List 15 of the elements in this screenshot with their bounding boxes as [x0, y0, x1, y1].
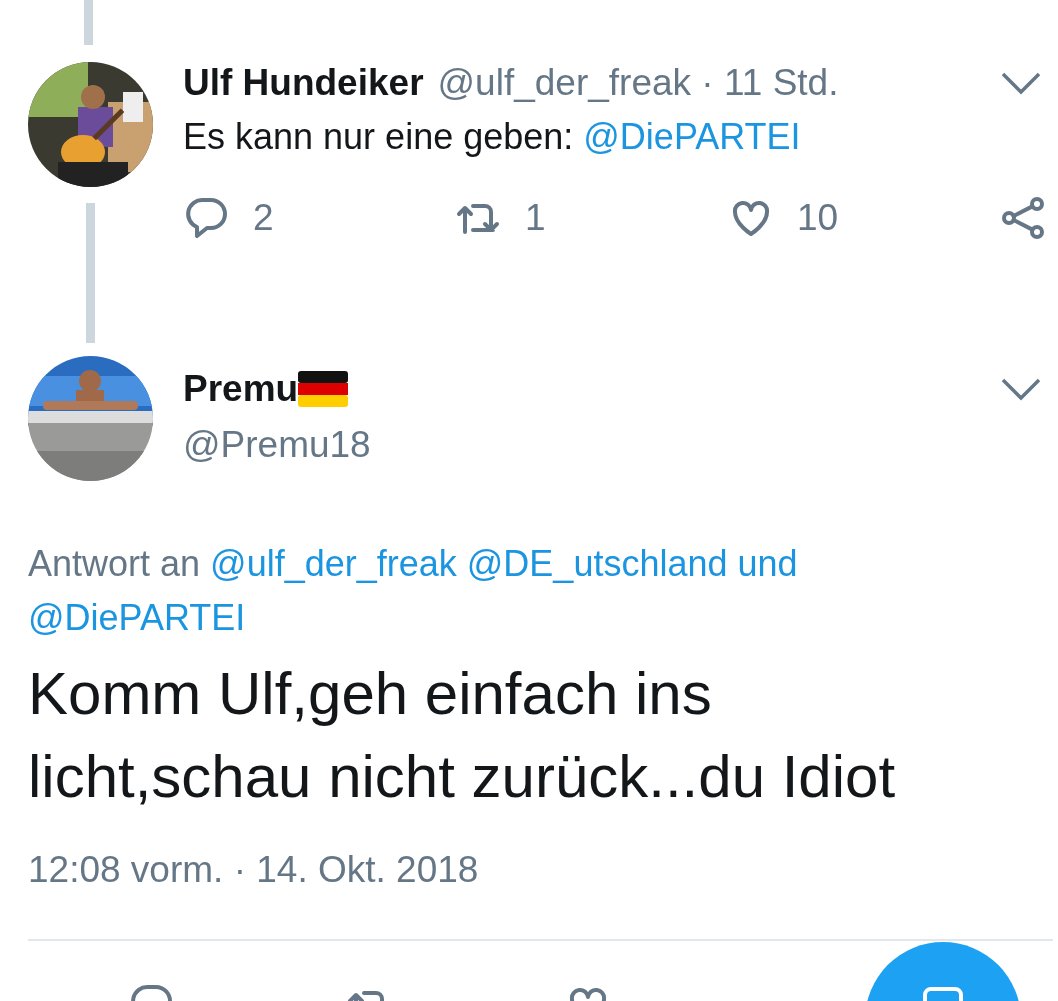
tweet-text: Es kann nur eine geben: @DiePARTEI: [183, 116, 802, 158]
tweet-text: Komm Ulf,geh einfach ins licht,schau nicht zurück...du Idiot: [28, 659, 897, 812]
mention-link[interactable]: @ulf_der_freak: [210, 543, 457, 584]
author-handle-time: @ulf_der_freak · 11 Std.: [437, 62, 839, 104]
author-name: Premu: [183, 368, 299, 410]
mention-link[interactable]: @DiePARTEI: [583, 116, 801, 157]
author-handle: @Premu18: [183, 424, 372, 466]
timestamp: 12:08 vorm. · 14. Okt. 2018: [28, 848, 480, 891]
reply-context: Antwort an @ulf_der_freak @DE_utschland und @DiePARTEI: [28, 542, 799, 640]
author-name: Ulf Hundeiker: [183, 62, 424, 104]
mention-link[interactable]: @DiePARTEI: [28, 597, 246, 638]
action-count: 10: [797, 197, 839, 239]
mention-link[interactable]: @DE_utschland und: [466, 543, 798, 584]
action-count: 2: [253, 197, 274, 239]
action-count: 1: [525, 197, 546, 239]
